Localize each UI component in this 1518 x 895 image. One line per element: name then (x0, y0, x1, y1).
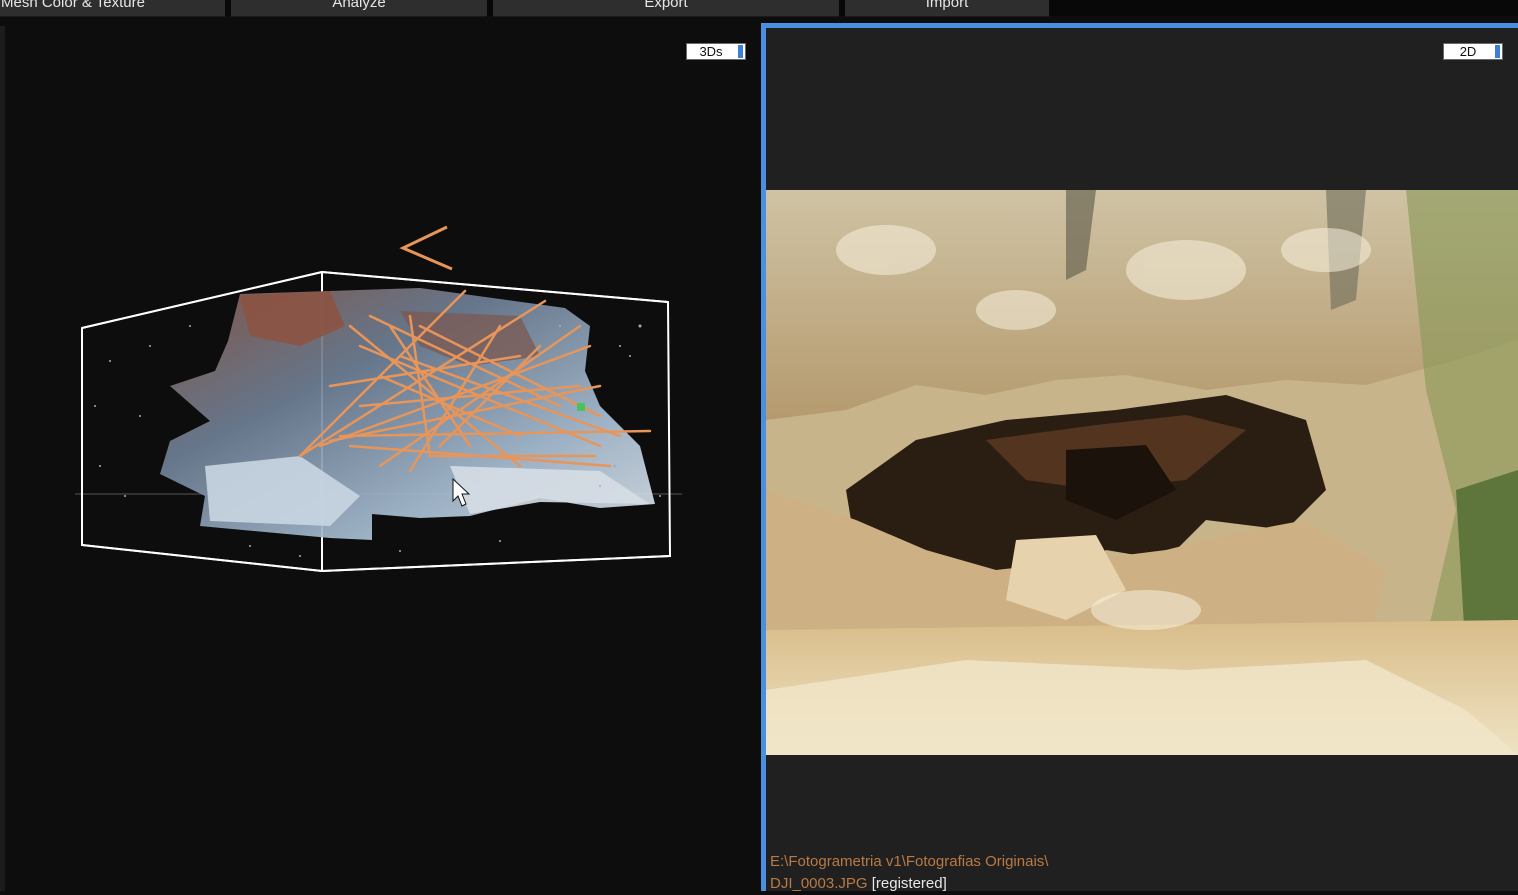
view-mode-toggle-2d[interactable]: 2D (1443, 43, 1503, 60)
image-filename: DJI_0003.JPG (770, 875, 868, 892)
tab-export[interactable]: Export (493, 0, 839, 17)
camera-frustum (399, 225, 453, 271)
image-info: E:\Fotogrametria v1\Fotografias Originai… (770, 851, 1048, 895)
image-file-line: DJI_0003.JPG [registered] (770, 873, 1048, 895)
view-mode-toggle-3ds[interactable]: 3Ds (686, 43, 746, 60)
toggle-indicator (1495, 45, 1500, 58)
point-cloud-viewport[interactable] (0, 26, 760, 891)
tab-import[interactable]: Import (845, 0, 1049, 17)
toggle-indicator (738, 45, 743, 58)
tab-label: Mesh Color & Texture (1, 0, 145, 11)
registered-photo[interactable] (766, 190, 1518, 755)
view-mode-label: 3Ds (699, 44, 723, 59)
tab-analyze[interactable]: Analyze (231, 0, 487, 17)
view-mode-label: 2D (1459, 44, 1477, 59)
image-view-panel[interactable]: 2D E:\Fotogrametria v1\Fotografias Origi… (761, 23, 1518, 892)
registration-status: [registered] (871, 875, 947, 892)
tab-label: Export (644, 0, 688, 11)
selected-camera-marker (577, 403, 585, 411)
tab-mesh-color-texture[interactable]: Mesh Color & Texture (0, 0, 225, 17)
image-path: E:\Fotogrametria v1\Fotografias Originai… (770, 853, 1049, 870)
menu-bar: Mesh Color & Texture Analyze Export Impo… (0, 0, 1518, 17)
viewport-3d-panel[interactable]: 3Ds (0, 26, 760, 891)
tab-label: Analyze (332, 0, 386, 11)
tab-label: Import (925, 0, 969, 11)
